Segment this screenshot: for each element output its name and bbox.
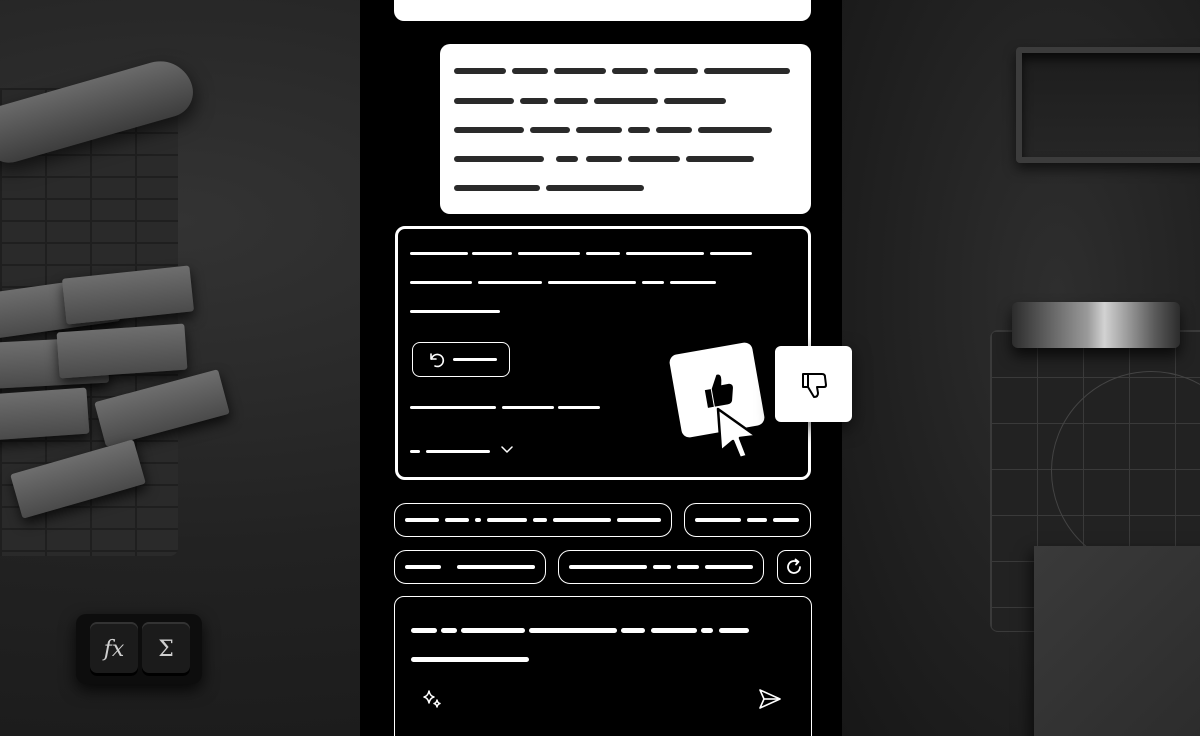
chip-text-line xyxy=(405,518,439,522)
suggestion-chip[interactable] xyxy=(394,550,546,584)
chip-text-line xyxy=(773,518,799,522)
text-line xyxy=(410,281,472,284)
text-line xyxy=(642,281,664,284)
text-line xyxy=(594,98,658,104)
text-line xyxy=(454,98,514,104)
text-line xyxy=(628,127,650,133)
text-line xyxy=(454,156,544,162)
input-text-line xyxy=(719,628,749,633)
regenerate-button[interactable] xyxy=(412,342,510,377)
chip-text-line xyxy=(533,518,547,522)
undo-arrow-icon xyxy=(430,352,445,367)
text-line xyxy=(454,185,540,191)
input-text-line xyxy=(529,628,617,633)
sum-key: Σ xyxy=(142,622,190,676)
user-message-bubble xyxy=(440,44,811,214)
text-line xyxy=(454,68,506,74)
chip-text-line xyxy=(569,565,647,569)
suggestion-chip[interactable] xyxy=(558,550,764,584)
chip-text-line xyxy=(553,518,611,522)
text-line xyxy=(698,127,772,133)
chip-text-line xyxy=(475,518,481,522)
cursor-arrow-icon xyxy=(716,407,758,460)
suggestion-chip[interactable] xyxy=(684,503,811,537)
input-text-line xyxy=(621,628,645,633)
input-text-line xyxy=(461,628,525,633)
text-line xyxy=(656,127,692,133)
text-line xyxy=(472,252,512,255)
wood-plank xyxy=(0,387,90,443)
text-line xyxy=(654,68,698,74)
metal-cylinder xyxy=(1012,302,1180,348)
text-line xyxy=(502,406,554,409)
chip-text-line xyxy=(695,518,741,522)
send-icon[interactable] xyxy=(757,687,783,711)
text-line xyxy=(548,281,636,284)
input-text-line xyxy=(411,628,437,633)
text-line xyxy=(518,252,580,255)
text-line xyxy=(410,310,500,313)
text-line xyxy=(546,185,644,191)
text-line xyxy=(520,98,548,104)
text-line xyxy=(576,127,622,133)
fx-key: fx xyxy=(90,622,138,676)
text-line xyxy=(628,156,680,162)
text-line xyxy=(530,127,570,133)
message-composer[interactable] xyxy=(394,596,812,736)
tray xyxy=(1016,47,1200,163)
keycaps: fx Σ xyxy=(76,614,202,684)
source-line[interactable] xyxy=(426,450,490,453)
text-line xyxy=(670,281,716,284)
thumbs-down-icon xyxy=(801,373,827,398)
chip-text-line xyxy=(445,518,469,522)
text-line xyxy=(554,68,606,74)
text-line xyxy=(512,68,548,74)
text-line xyxy=(612,68,648,74)
text-line xyxy=(664,98,726,104)
text-line xyxy=(556,156,578,162)
chip-text-line xyxy=(677,565,699,569)
chip-text-line xyxy=(653,565,671,569)
previous-message-bubble xyxy=(394,0,811,21)
text-line xyxy=(710,252,752,255)
text-line xyxy=(410,252,468,255)
grid-circle xyxy=(1051,371,1200,571)
text-line xyxy=(626,252,704,255)
chip-text-line xyxy=(747,518,767,522)
source-line[interactable] xyxy=(410,450,420,453)
text-line xyxy=(410,406,496,409)
wood-plank xyxy=(56,323,188,379)
text-line xyxy=(586,252,620,255)
chip-text-line xyxy=(405,565,441,569)
input-text-line xyxy=(441,628,457,633)
chip-text-line xyxy=(705,565,753,569)
regenerate-label-line xyxy=(453,358,497,361)
refresh-icon xyxy=(787,558,801,574)
chat-panel xyxy=(360,0,852,736)
chevron-down-icon[interactable] xyxy=(499,444,515,456)
input-text-line xyxy=(701,628,713,633)
text-line xyxy=(704,68,790,74)
chip-text-line xyxy=(487,518,527,522)
input-text-line xyxy=(651,628,697,633)
text-line xyxy=(478,281,542,284)
text-line xyxy=(454,127,524,133)
input-text-line xyxy=(411,657,529,662)
refresh-suggestions-button[interactable] xyxy=(777,550,811,584)
text-line xyxy=(554,98,588,104)
sparkle-icon[interactable] xyxy=(421,687,445,711)
text-line xyxy=(586,156,622,162)
chip-text-line xyxy=(617,518,661,522)
chip-text-line xyxy=(457,565,535,569)
text-line xyxy=(686,156,754,162)
text-line xyxy=(558,406,600,409)
paper-sheet xyxy=(1034,546,1200,736)
suggestion-chip[interactable] xyxy=(394,503,672,537)
dislike-button[interactable] xyxy=(775,346,852,422)
